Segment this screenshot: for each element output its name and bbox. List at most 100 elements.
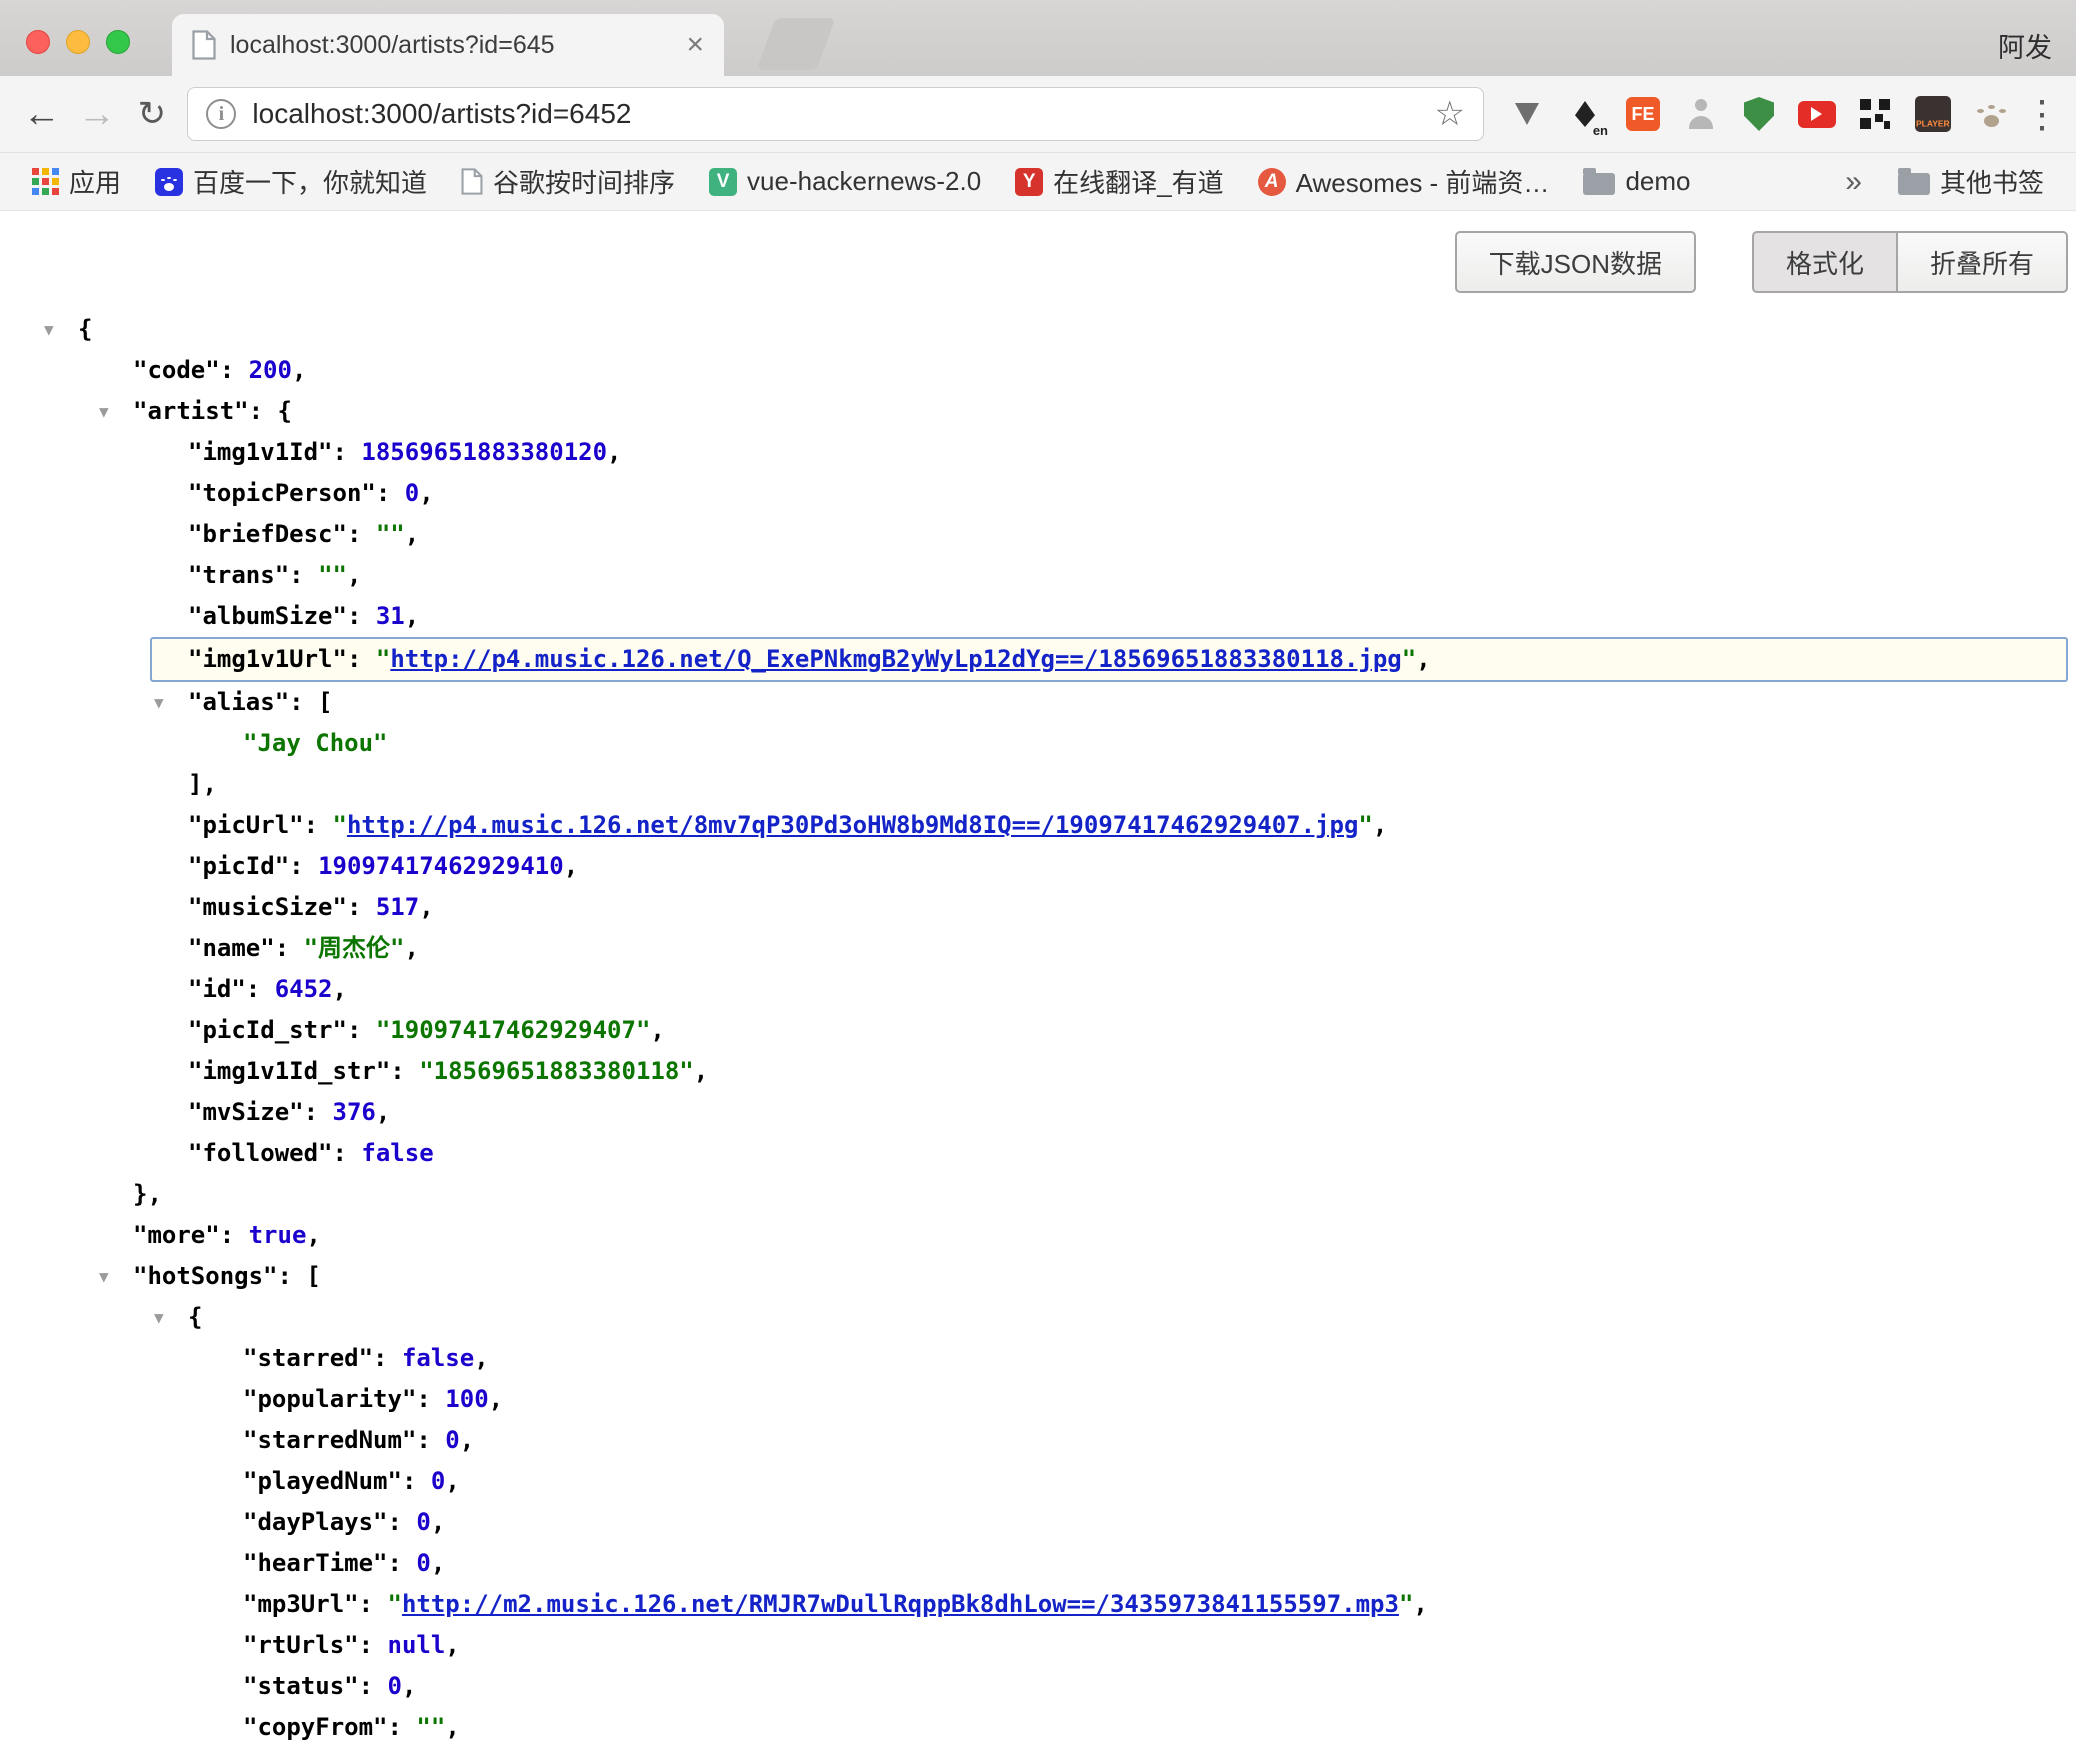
json-token: 0 <box>416 1549 430 1577</box>
json-token: 31 <box>376 602 405 630</box>
collapse-toggle-icon[interactable]: ▼ <box>154 1297 164 1338</box>
json-line: "rtUrls": null, <box>0 1625 2076 1666</box>
extension-youtube-icon[interactable] <box>1790 86 1844 142</box>
extension-shield-icon[interactable] <box>1732 86 1786 142</box>
minimize-window-button[interactable] <box>66 30 90 54</box>
json-token: : <box>359 1590 388 1618</box>
json-viewer: ▼{"code": 200,▼"artist": {"img1v1Id": 18… <box>0 309 2076 1748</box>
json-token: 517 <box>376 893 419 921</box>
json-line: "img1v1Id_str": "18569651883380118", <box>0 1051 2076 1092</box>
json-line: "starred": false, <box>0 1338 2076 1379</box>
download-json-button[interactable]: 下载JSON数据 <box>1455 231 1696 293</box>
extension-profile-icon[interactable] <box>1674 86 1728 142</box>
extension-player-icon[interactable]: PLAYER <box>1906 86 1960 142</box>
json-line: ▼{ <box>0 309 2076 350</box>
window-controls <box>26 30 130 54</box>
bookmark-label: 应用 <box>69 163 121 200</box>
address-bar[interactable]: i localhost:3000/artists?id=6452 ☆ <box>187 87 1484 141</box>
json-line: "Jay Chou" <box>0 723 2076 764</box>
bookmark-demo-folder[interactable]: demo <box>1569 162 1704 201</box>
json-line: "topicPerson": 0, <box>0 473 2076 514</box>
collapse-all-button[interactable]: 折叠所有 <box>1897 231 2068 293</box>
extension-vimium-icon[interactable] <box>1500 86 1554 142</box>
bookmark-awesomes[interactable]: A Awesomes - 前端资… <box>1244 159 1564 204</box>
json-token: , <box>292 356 306 384</box>
json-token: "artist" <box>133 397 249 425</box>
json-token: " <box>1358 811 1372 839</box>
json-token: , <box>1413 1590 1427 1618</box>
baidu-paw-icon <box>155 168 183 196</box>
json-token: , <box>376 1098 390 1126</box>
tab-close-icon[interactable]: × <box>686 30 704 60</box>
new-tab-button[interactable] <box>757 18 836 70</box>
json-token: , <box>607 438 621 466</box>
close-window-button[interactable] <box>26 30 50 54</box>
fullscreen-window-button[interactable] <box>106 30 130 54</box>
json-line: "more": true, <box>0 1215 2076 1256</box>
json-token: "more" <box>133 1221 220 1249</box>
reload-button[interactable]: ↻ <box>124 86 179 142</box>
collapse-toggle-icon[interactable]: ▼ <box>99 391 109 432</box>
json-line: "dayPlays": 0, <box>0 1502 2076 1543</box>
site-info-icon[interactable]: i <box>206 99 236 129</box>
json-token: null <box>388 1631 446 1659</box>
json-token: "img1v1Id_str" <box>188 1057 390 1085</box>
json-line: "status": 0, <box>0 1666 2076 1707</box>
json-token: : <box>359 1672 388 1700</box>
bookmark-youdao[interactable]: Y 在线翻译_有道 <box>1001 159 1237 204</box>
json-token: : { <box>249 397 292 425</box>
json-token: : <box>304 811 333 839</box>
json-token: , <box>445 1631 459 1659</box>
extension-qr-icon[interactable] <box>1848 86 1902 142</box>
json-token: 0 <box>431 1467 445 1495</box>
extension-area: en FE PLAYER ⋮ <box>1500 86 2062 142</box>
json-token: 0 <box>445 1426 459 1454</box>
json-line: "img1v1Id": 18569651883380120, <box>0 432 2076 473</box>
json-token: , <box>1416 645 1430 673</box>
json-token: : <box>347 520 376 548</box>
json-token: "playedNum" <box>243 1467 402 1495</box>
bookmark-baidu[interactable]: 百度一下，你就知道 <box>141 159 441 204</box>
browser-tab[interactable]: localhost:3000/artists?id=645 × <box>172 14 724 76</box>
json-line: "picUrl": "http://p4.music.126.net/8mv7q… <box>0 805 2076 846</box>
json-line: "copyFrom": "", <box>0 1707 2076 1748</box>
json-line: "trans": "", <box>0 555 2076 596</box>
json-token: "trans" <box>188 561 289 589</box>
bookmark-star-icon[interactable]: ☆ <box>1435 94 1465 134</box>
bookmark-google-sort[interactable]: 谷歌按时间排序 <box>447 159 689 204</box>
json-token: "musicSize" <box>188 893 347 921</box>
format-button[interactable]: 格式化 <box>1752 231 1897 293</box>
url-text[interactable]: localhost:3000/artists?id=6452 <box>252 98 1418 130</box>
bookmark-vue-hackernews[interactable]: V vue-hackernews-2.0 <box>695 162 995 201</box>
collapse-toggle-icon[interactable]: ▼ <box>44 309 54 350</box>
bookmark-label: vue-hackernews-2.0 <box>747 166 981 197</box>
json-token: "img1v1Id" <box>188 438 333 466</box>
extension-paw-icon[interactable] <box>1964 86 2018 142</box>
json-token: , <box>694 1057 708 1085</box>
json-line: "briefDesc": "", <box>0 514 2076 555</box>
bookmark-apps[interactable]: 应用 <box>18 159 135 204</box>
bookmark-label: demo <box>1625 166 1690 197</box>
bookmarks-overflow-icon[interactable]: » <box>1845 165 1862 199</box>
json-url-link[interactable]: http://m2.music.126.net/RMJR7wDullRqppBk… <box>402 1590 1399 1618</box>
extension-translate-icon[interactable]: en <box>1558 86 1612 142</box>
other-bookmarks-folder[interactable]: 其他书签 <box>1884 159 2058 204</box>
extension-fe-icon[interactable]: FE <box>1616 86 1670 142</box>
json-token: "starred" <box>243 1344 373 1372</box>
tab-title: localhost:3000/artists?id=645 <box>230 31 672 60</box>
json-line-highlighted: "img1v1Url": "http://p4.music.126.net/Q_… <box>150 637 2068 682</box>
json-url-link[interactable]: http://p4.music.126.net/8mv7qP30Pd3oHW8b… <box>347 811 1358 839</box>
json-url-link[interactable]: http://p4.music.126.net/Q_ExePNkmgB2yWyL… <box>390 645 1401 673</box>
json-token: "name" <box>188 934 275 962</box>
json-token: "mvSize" <box>188 1098 304 1126</box>
json-token: "alias" <box>188 688 289 716</box>
json-token: : <box>388 1508 417 1536</box>
vue-icon: V <box>709 168 737 196</box>
collapse-toggle-icon[interactable]: ▼ <box>154 682 164 723</box>
back-button[interactable]: ← <box>14 86 69 142</box>
collapse-toggle-icon[interactable]: ▼ <box>99 1256 109 1297</box>
json-token: 19097417462929410 <box>318 852 564 880</box>
json-token: "starredNum" <box>243 1426 416 1454</box>
translate-badge: en <box>1593 123 1608 138</box>
browser-menu-icon[interactable]: ⋮ <box>2022 92 2062 137</box>
